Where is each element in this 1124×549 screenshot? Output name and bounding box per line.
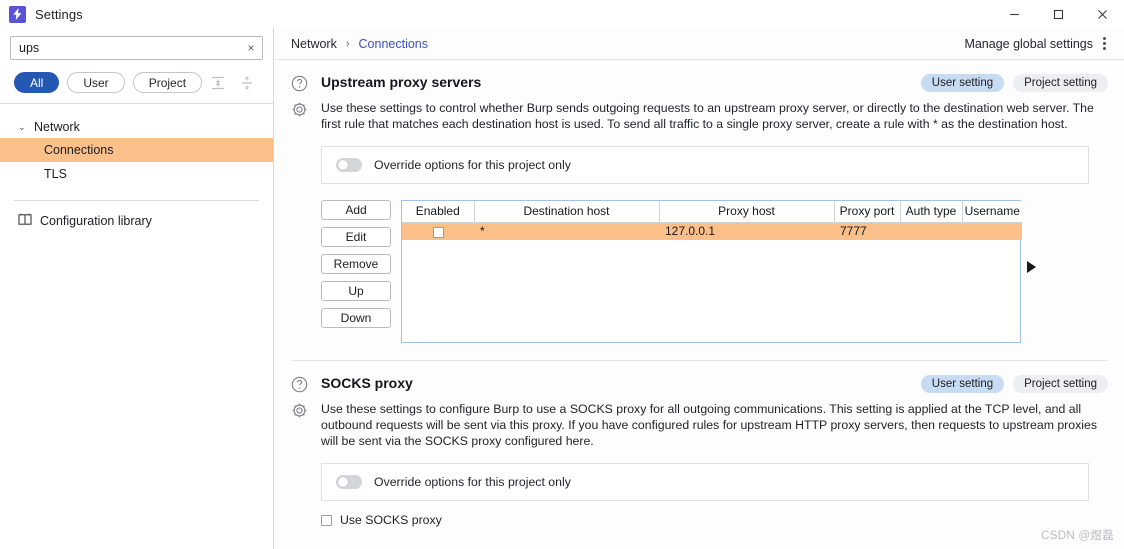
- search-container: ×: [0, 28, 273, 66]
- question-circle-icon[interactable]: [291, 376, 308, 396]
- main-panel: Network › Connections Manage global sett…: [275, 28, 1124, 549]
- section-gutter-socks: [291, 375, 321, 396]
- sidebar-item-tls[interactable]: TLS: [0, 162, 273, 186]
- badge-project-setting-socks[interactable]: Project setting: [1013, 375, 1108, 393]
- proxy-rules-table[interactable]: Enabled Destination host Proxy host Prox…: [401, 200, 1036, 343]
- column-proxy-host[interactable]: Proxy host: [659, 201, 835, 223]
- section-body: Use these settings to control whether Bu…: [291, 100, 1108, 132]
- section-title-socks: SOCKS proxy: [321, 375, 413, 391]
- use-socks-proxy-label: Use SOCKS proxy: [340, 513, 442, 527]
- table-row[interactable]: * 127.0.0.1 7777: [402, 222, 1022, 240]
- sidebar: × All User Project: [0, 28, 274, 549]
- cell-proxy-port: 7777: [834, 222, 900, 240]
- tree-group-label: Network: [34, 120, 80, 134]
- sidebar-item-connections[interactable]: Connections: [0, 138, 273, 162]
- up-button[interactable]: Up: [321, 281, 391, 301]
- search-box[interactable]: ×: [10, 36, 263, 60]
- table-buttons: Add Edit Remove Up Down: [321, 200, 391, 328]
- add-button[interactable]: Add: [321, 200, 391, 220]
- gear-icon[interactable]: [291, 102, 308, 121]
- kebab-menu-icon[interactable]: [1103, 37, 1108, 50]
- column-username[interactable]: Username: [962, 201, 1022, 223]
- sidebar-item-configuration-library[interactable]: Configuration library: [0, 201, 273, 229]
- section-header: Upstream proxy servers User setting Proj…: [291, 74, 1108, 95]
- watermark: CSDN @煜磊: [1041, 530, 1114, 542]
- section-badges-socks: User setting Project setting: [920, 375, 1108, 393]
- question-circle-icon[interactable]: [291, 75, 308, 95]
- filter-project-button[interactable]: Project: [132, 72, 203, 93]
- filter-row: All User Project: [0, 66, 273, 104]
- column-proxy-port[interactable]: Proxy port: [834, 201, 901, 223]
- override-toggle-socks[interactable]: [336, 475, 362, 489]
- down-button[interactable]: Down: [321, 308, 391, 328]
- burp-bolt-icon: [9, 5, 26, 23]
- override-toggle-upstream[interactable]: [336, 158, 362, 172]
- settings-content: Upstream proxy servers User setting Proj…: [275, 60, 1124, 549]
- section-header-socks: SOCKS proxy User setting Project setting: [291, 375, 1108, 396]
- section-body-socks: Use these settings to configure Burp to …: [291, 401, 1108, 449]
- cell-proxy-host: 127.0.0.1: [659, 222, 834, 240]
- cell-enabled[interactable]: [402, 222, 474, 240]
- remove-button[interactable]: Remove: [321, 254, 391, 274]
- badge-project-setting[interactable]: Project setting: [1013, 74, 1108, 92]
- window-title: Settings: [35, 6, 83, 22]
- use-socks-proxy-row[interactable]: Use SOCKS proxy: [321, 513, 1108, 527]
- manage-global-settings-button[interactable]: Manage global settings: [964, 37, 1108, 51]
- gear-icon[interactable]: [291, 403, 308, 422]
- configuration-library-label: Configuration library: [40, 214, 152, 228]
- manage-global-settings-label: Manage global settings: [964, 36, 1093, 51]
- badge-user-setting[interactable]: User setting: [920, 74, 1005, 92]
- breadcrumb-current[interactable]: Connections: [359, 37, 429, 51]
- column-enabled[interactable]: Enabled: [402, 201, 475, 223]
- column-destination-host[interactable]: Destination host: [474, 201, 660, 223]
- maximize-icon[interactable]: [1036, 0, 1080, 28]
- section-description: Use these settings to control whether Bu…: [321, 101, 1094, 131]
- cell-destination-host: *: [474, 222, 659, 240]
- book-icon: [18, 213, 32, 229]
- override-toggle-label: Override options for this project only: [374, 158, 571, 172]
- row-enabled-checkbox[interactable]: [432, 226, 444, 238]
- tree-tools: [210, 75, 267, 91]
- search-input[interactable]: [11, 41, 240, 55]
- use-socks-proxy-checkbox[interactable]: [321, 514, 332, 526]
- section-socks-proxy: SOCKS proxy User setting Project setting: [275, 361, 1124, 527]
- cell-username: [962, 222, 1022, 240]
- table-header-row: Enabled Destination host Proxy host Prox…: [402, 201, 1022, 223]
- override-toggle-label-socks: Override options for this project only: [374, 475, 571, 489]
- section-description-socks: Use these settings to configure Burp to …: [321, 402, 1097, 448]
- minimize-icon[interactable]: [992, 0, 1036, 28]
- filter-all-button[interactable]: All: [14, 72, 60, 93]
- cell-auth-type: [900, 222, 962, 240]
- section-gutter: [291, 74, 321, 95]
- collapse-all-icon[interactable]: [210, 75, 226, 91]
- filter-user-button[interactable]: User: [67, 72, 125, 93]
- section-badges: User setting Project setting: [920, 74, 1108, 92]
- section-title: Upstream proxy servers: [321, 74, 482, 90]
- section-upstream-proxy-servers: Upstream proxy servers User setting Proj…: [275, 60, 1124, 343]
- scroll-right-arrow-icon[interactable]: [1027, 261, 1036, 273]
- proxy-rules-table-area: Add Edit Remove Up Down Enabled Destinat…: [321, 200, 1108, 343]
- chevron-down-icon: ⌄: [18, 121, 26, 132]
- breadcrumb: Network › Connections Manage global sett…: [275, 28, 1124, 60]
- settings-tree: ⌄ Network Connections TLS Configuration …: [0, 104, 273, 229]
- title-bar: Settings: [0, 0, 1124, 28]
- window-controls: [992, 0, 1124, 28]
- breadcrumb-separator-icon: ›: [345, 37, 350, 50]
- expand-all-icon[interactable]: [239, 75, 255, 91]
- section-gutter-2: [291, 100, 321, 121]
- edit-button[interactable]: Edit: [321, 227, 391, 247]
- breadcrumb-parent[interactable]: Network: [291, 37, 337, 51]
- tree-group-network[interactable]: ⌄ Network: [0, 116, 273, 138]
- settings-window: Settings × All User Project: [0, 0, 1124, 549]
- clear-search-icon[interactable]: ×: [240, 41, 262, 55]
- override-options-row-socks[interactable]: Override options for this project only: [321, 463, 1089, 501]
- badge-user-setting-socks[interactable]: User setting: [920, 375, 1005, 393]
- column-auth-type[interactable]: Auth type: [900, 201, 963, 223]
- section-gutter-socks-2: [291, 401, 321, 422]
- close-icon[interactable]: [1080, 0, 1124, 28]
- override-options-row-upstream[interactable]: Override options for this project only: [321, 146, 1089, 184]
